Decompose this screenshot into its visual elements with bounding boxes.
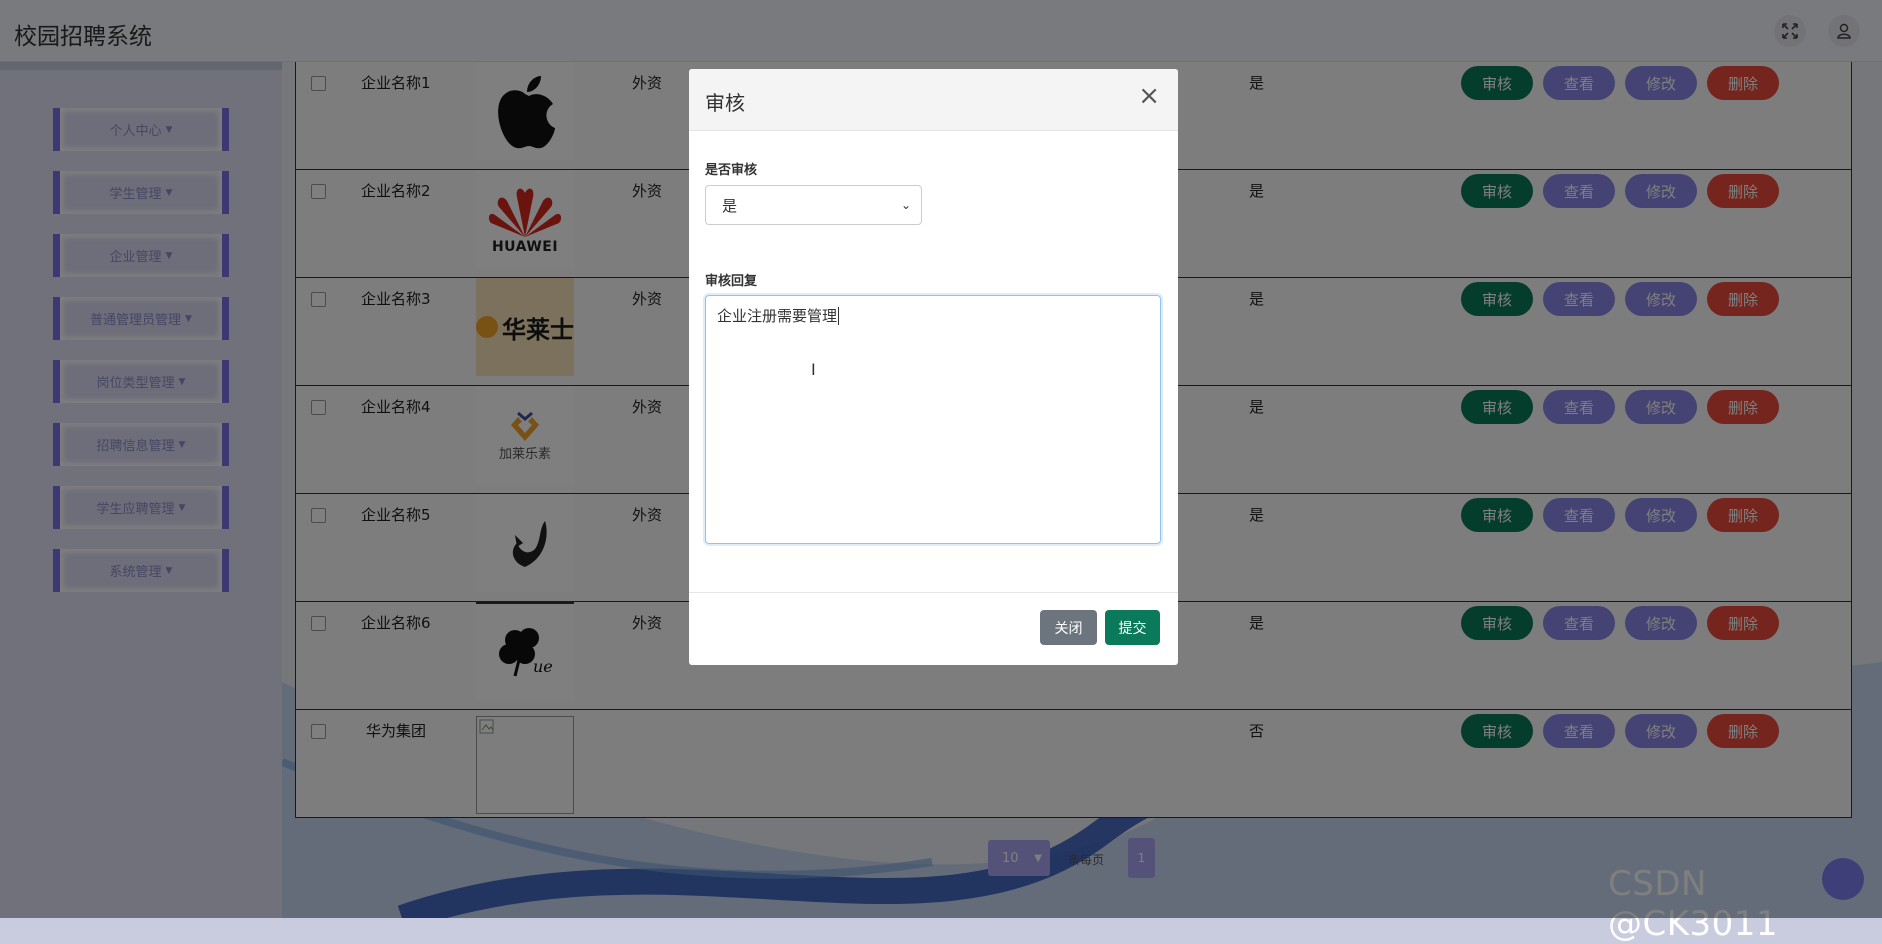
text-cursor-icon: I [811,360,816,379]
modal-title: 审核 [705,91,745,115]
audit-label: 是否审核 [705,163,758,178]
modal-header: 审核 × [689,69,1178,131]
chevron-down-icon: ⌄ [900,198,911,212]
close-button[interactable]: 关闭 [1040,610,1097,645]
audit-select[interactable]: 是 ⌄ [705,185,922,225]
reply-textarea[interactable]: 企业注册需要管理 [705,295,1161,544]
close-icon[interactable]: × [1138,83,1160,109]
text-caret [838,307,840,325]
audit-modal: 审核 × 是否审核 是 ⌄ 审核回复 企业注册需要管理 I 关闭 提交 [689,69,1178,665]
reply-label: 审核回复 [705,274,758,289]
submit-button[interactable]: 提交 [1105,610,1160,645]
modal-footer: 关闭 提交 [689,592,1178,665]
